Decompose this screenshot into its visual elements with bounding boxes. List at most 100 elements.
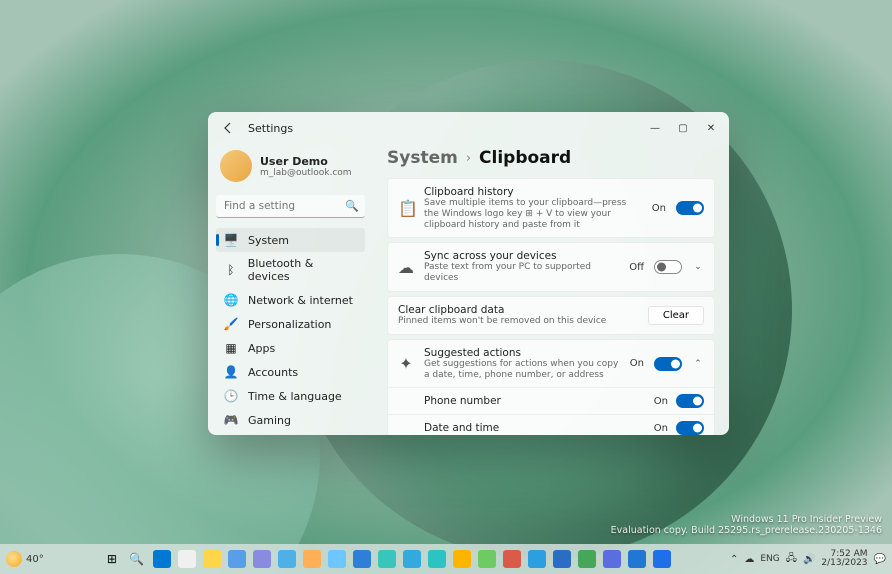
taskbar-app-icon[interactable] <box>426 548 448 570</box>
suggested-state: On <box>630 358 644 369</box>
breadcrumb-current: Clipboard <box>479 148 571 168</box>
clear-card: Clear clipboard data Pinned items won't … <box>387 296 715 335</box>
main-pane: System › Clipboard 📋 Clipboard history S… <box>373 144 729 435</box>
taskbar-app-icon[interactable] <box>601 548 623 570</box>
window-title: Settings <box>248 122 293 135</box>
nav-icon: 🖥️ <box>224 233 238 247</box>
onedrive-icon[interactable]: ☁ <box>744 554 754 565</box>
build-line2: Evaluation copy. Build 25295.rs_prerelea… <box>611 525 882 536</box>
suggested-toggle[interactable] <box>654 357 682 371</box>
nav-label: System <box>248 234 289 247</box>
close-button[interactable]: ✕ <box>697 114 725 142</box>
sub-state: On <box>654 423 668 434</box>
sync-title: Sync across your devices <box>424 250 619 262</box>
sub-toggle[interactable] <box>676 421 704 435</box>
volume-icon[interactable]: 🔊 <box>803 554 815 565</box>
network-icon[interactable]: 🖧 <box>786 551 797 568</box>
chevron-right-icon: › <box>466 151 471 166</box>
taskbar-app-icon[interactable] <box>551 548 573 570</box>
nav-icon: 🕒 <box>224 389 238 403</box>
taskbar-app-icon[interactable] <box>376 548 398 570</box>
taskbar-app-icon[interactable] <box>576 548 598 570</box>
nav-label: Bluetooth & devices <box>248 257 357 283</box>
build-line1: Windows 11 Pro Insider Preview <box>611 514 882 525</box>
sidebar-item-bluetooth-devices[interactable]: ᛒ Bluetooth & devices <box>216 252 365 288</box>
clipboard-history-state: On <box>652 203 666 214</box>
build-watermark: Windows 11 Pro Insider Preview Evaluatio… <box>611 514 882 536</box>
taskbar-app-icon[interactable] <box>351 548 373 570</box>
clear-button[interactable]: Clear <box>648 306 704 325</box>
suggested-title: Suggested actions <box>424 347 620 359</box>
maximize-button[interactable]: ▢ <box>669 114 697 142</box>
taskbar-app-icon[interactable] <box>151 548 173 570</box>
sidebar-item-time-language[interactable]: 🕒Time & language <box>216 384 365 408</box>
system-tray: ⌃ ☁ ENG 🖧 🔊 7:52 AM 2/13/2023 💬 <box>730 550 886 568</box>
notifications-icon[interactable]: 💬 <box>874 554 886 565</box>
nav-icon: 👤 <box>224 365 238 379</box>
sidebar-item-accessibility[interactable]: ♿Accessibility <box>216 432 365 435</box>
search-input[interactable] <box>216 195 365 218</box>
settings-window: Settings — ▢ ✕ User Demo m_lab@outlook.c… <box>208 112 729 435</box>
clock-date: 2/13/2023 <box>821 559 867 568</box>
nav-label: Gaming <box>248 414 291 427</box>
clear-title: Clear clipboard data <box>398 304 638 316</box>
taskbar-app-icon[interactable] <box>526 548 548 570</box>
taskbar-app-icon[interactable] <box>176 548 198 570</box>
suggested-sub-row: Phone numberOn <box>388 387 714 414</box>
clipboard-icon: 📋 <box>398 199 414 218</box>
taskbar-app-icon[interactable] <box>326 548 348 570</box>
nav-icon: 🌐 <box>224 293 238 307</box>
weather-widget[interactable]: 40° <box>6 551 44 567</box>
sidebar-item-gaming[interactable]: 🎮 Gaming <box>216 408 365 432</box>
taskbar-app-icon[interactable] <box>476 548 498 570</box>
nav-icon: 🖌️ <box>224 317 238 331</box>
suggested-card: ✦ Suggested actions Get suggestions for … <box>387 339 715 435</box>
chevron-up-icon[interactable]: ⌃ <box>730 554 738 565</box>
sync-toggle[interactable] <box>654 260 682 274</box>
nav-label: Accounts <box>248 366 298 379</box>
taskbar-app-icon[interactable] <box>251 548 273 570</box>
sparkle-icon: ✦ <box>398 354 414 373</box>
breadcrumb-parent[interactable]: System <box>387 148 458 168</box>
taskbar-search[interactable]: 🔍 <box>126 548 148 570</box>
nav-icon: 🎮 <box>224 413 238 427</box>
nav-icon: ▦ <box>224 341 238 355</box>
nav-label: Network & internet <box>248 294 353 307</box>
sub-toggle[interactable] <box>676 394 704 408</box>
language-indicator[interactable]: ENG <box>760 554 779 564</box>
sub-label: Phone number <box>424 395 654 407</box>
taskbar-app-icon[interactable] <box>401 548 423 570</box>
sidebar-item-personalization[interactable]: 🖌️ Personalization <box>216 312 365 336</box>
taskbar-app-icon[interactable] <box>626 548 648 570</box>
sidebar-item-system[interactable]: 🖥️ System <box>216 228 365 252</box>
taskbar-app-icon[interactable] <box>651 548 673 570</box>
taskbar-app-icon[interactable] <box>201 548 223 570</box>
clear-desc: Pinned items won't be removed on this de… <box>398 316 638 327</box>
taskbar-app-icon[interactable] <box>301 548 323 570</box>
start-button[interactable]: ⊞ <box>101 548 123 570</box>
taskbar-app-icon[interactable] <box>451 548 473 570</box>
sub-label: Date and time <box>424 422 654 434</box>
chevron-up-icon[interactable]: ⌃ <box>692 359 704 369</box>
profile-block[interactable]: User Demo m_lab@outlook.com <box>216 144 365 192</box>
taskbar-center: ⊞🔍 <box>44 548 730 570</box>
suggested-desc: Get suggestions for actions when you cop… <box>424 359 620 381</box>
taskbar-app-icon[interactable] <box>226 548 248 570</box>
taskbar-app-icon[interactable] <box>501 548 523 570</box>
clock[interactable]: 7:52 AM 2/13/2023 <box>821 550 867 568</box>
sidebar-item-network-internet[interactable]: 🌐 Network & internet <box>216 288 365 312</box>
sidebar-item-accounts[interactable]: 👤 Accounts <box>216 360 365 384</box>
minimize-button[interactable]: — <box>641 114 669 142</box>
nav-label: Personalization <box>248 318 331 331</box>
clipboard-history-toggle[interactable] <box>676 201 704 215</box>
suggested-sub-row: Date and timeOn <box>388 414 714 435</box>
clipboard-history-title: Clipboard history <box>424 186 642 198</box>
profile-name: User Demo <box>260 155 352 168</box>
chevron-down-icon[interactable]: ⌄ <box>692 262 704 272</box>
breadcrumb: System › Clipboard <box>387 148 715 168</box>
back-button[interactable] <box>218 118 238 138</box>
sidebar-item-apps[interactable]: ▦ Apps <box>216 336 365 360</box>
taskbar-app-icon[interactable] <box>276 548 298 570</box>
nav-icon: ᛒ <box>224 263 238 277</box>
nav-label: Apps <box>248 342 275 355</box>
